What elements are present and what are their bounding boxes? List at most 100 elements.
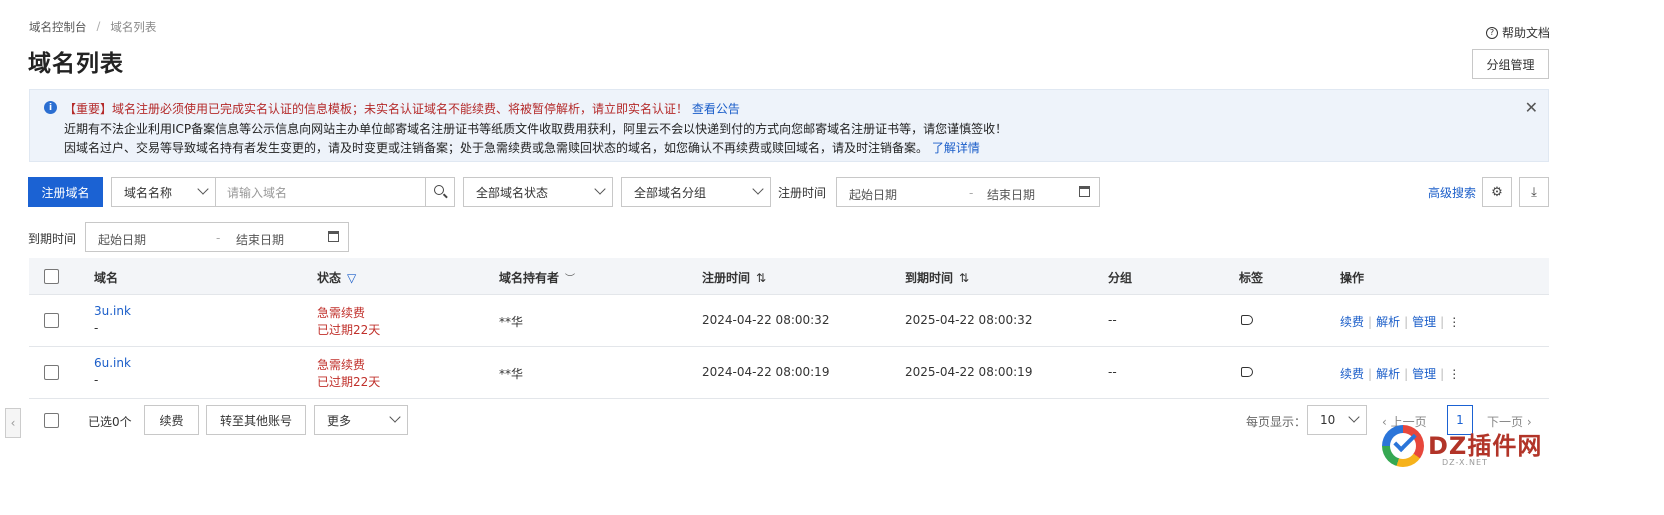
expire-start-date[interactable]: 起始日期	[98, 231, 146, 248]
sort-icon[interactable]: ⇅	[959, 271, 969, 285]
reg-end-date[interactable]: 结束日期	[987, 186, 1035, 203]
expire-time: 2025-04-22 08:00:32	[905, 313, 1033, 327]
owner-name: **华	[499, 315, 524, 329]
breadcrumb-root[interactable]: 域名控制台	[29, 19, 87, 35]
manage-link[interactable]: 管理	[1412, 315, 1436, 329]
reg-time-label: 注册时间	[778, 186, 827, 200]
notice-banner: i 【重要】域名注册必须使用已完成实名认证的信息模板；未实名认证域名不能续费、将…	[29, 89, 1549, 162]
page-size-value: 10	[1320, 413, 1336, 427]
breadcrumb-separator: /	[96, 19, 101, 33]
notice-line-3: 因域名过户、交易等导致域名持有者发生变更的，请及时变更或注销备案；处于急需续费或…	[64, 139, 980, 156]
header-reg-time: 注册时间 ⇅	[702, 270, 767, 286]
name-field-select[interactable]: 域名名称	[111, 177, 216, 207]
header-actions: 操作	[1340, 271, 1365, 285]
sidebar-toggle[interactable]: ‹	[5, 408, 21, 438]
group-value: --	[1108, 313, 1117, 327]
owner-name: **华	[499, 367, 524, 381]
footer-select-all-checkbox[interactable]	[44, 413, 59, 428]
header-expire-time: 到期时间 ⇅	[905, 270, 970, 286]
more-actions-value: 更多	[327, 413, 352, 428]
page-title: 域名列表	[28, 51, 124, 77]
chevron-down-icon	[1348, 411, 1360, 423]
help-docs-link[interactable]: ? 帮助文档	[1485, 24, 1550, 41]
chevron-down-icon	[197, 183, 209, 195]
domain-link[interactable]: 3u.ink	[94, 304, 131, 318]
learn-more-link[interactable]: 了解详情	[932, 141, 980, 155]
breadcrumb: 域名控制台 / 域名列表	[29, 19, 156, 35]
header-tags: 标签	[1239, 271, 1264, 285]
status-detail: 已过期22天	[317, 375, 381, 389]
group-manage-button[interactable]: 分组管理	[1472, 49, 1549, 79]
notice-line-2: 近期有不法企业利用ICP备案信息等公示信息向网站主办单位邮寄域名注册证书等纸质文…	[64, 122, 1008, 136]
manage-link[interactable]: 管理	[1412, 367, 1436, 381]
expire-end-date[interactable]: 结束日期	[236, 231, 284, 248]
group-select-value: 全部域名分组	[634, 185, 707, 200]
reg-start-date[interactable]: 起始日期	[849, 186, 897, 203]
expire-time-label: 到期时间	[28, 232, 77, 246]
tag-icon[interactable]	[1241, 367, 1253, 377]
chevron-down-icon	[594, 183, 606, 195]
row-checkbox[interactable]	[44, 365, 59, 380]
domain-list-page: 域名控制台 / 域名列表 域名列表 ? 帮助文档 分组管理 i 【重要】域名注册…	[0, 0, 1664, 515]
page-size-label: 每页显示：	[1246, 415, 1307, 429]
resolve-link[interactable]: 解析	[1376, 315, 1400, 329]
row-actions: 续费 | 解析 | 管理 | ⋮	[1340, 367, 1461, 381]
close-icon[interactable]: ✕	[1525, 98, 1538, 117]
status-detail: 已过期22天	[317, 323, 381, 337]
tag-icon[interactable]	[1241, 315, 1253, 325]
eye-closed-icon[interactable]: ︶	[565, 270, 575, 285]
domain-sub: -	[94, 373, 99, 387]
chevron-down-icon	[752, 183, 764, 195]
status-text: 急需续费	[317, 306, 366, 320]
domain-sub: -	[94, 321, 99, 335]
filter-icon[interactable]: ▽	[347, 271, 356, 285]
status-select[interactable]: 全部域名状态	[463, 177, 613, 207]
header-domain: 域名	[94, 271, 119, 285]
table-header: 域名 状态 ▽ 域名持有者 ︶ 注册时间 ⇅ 到期时间 ⇅ 分组 标签 操作	[29, 258, 1549, 295]
help-docs-label: 帮助文档	[1501, 26, 1550, 40]
reg-time: 2024-04-22 08:00:32	[702, 313, 830, 327]
download-button[interactable]: ⤓	[1519, 177, 1549, 207]
view-announcement-link[interactable]: 查看公告	[692, 102, 740, 116]
search-button[interactable]	[425, 177, 455, 207]
reg-time: 2024-04-22 08:00:19	[702, 365, 830, 379]
status-select-value: 全部域名状态	[476, 185, 549, 200]
transfer-account-button[interactable]: 转至其他账号	[206, 405, 306, 435]
advanced-search-link[interactable]: 高级搜索	[1428, 184, 1476, 201]
watermark-text: DZ插件网	[1428, 432, 1543, 460]
register-domain-button[interactable]: 注册域名	[28, 177, 103, 207]
domain-search-input[interactable]: 请输入域名	[215, 177, 426, 207]
watermark-subtext: DZ-X.NET	[1442, 458, 1488, 467]
chevron-left-icon: ‹	[10, 416, 16, 430]
bulk-renew-button[interactable]: 续费	[144, 405, 199, 435]
row-checkbox[interactable]	[44, 313, 59, 328]
renew-link[interactable]: 续费	[1340, 315, 1364, 329]
name-field-select-value: 域名名称	[124, 185, 173, 200]
table-row: 3u.ink - 急需续费 已过期22天 **华 2024-04-22 08:0…	[29, 295, 1549, 347]
expire-time-range-picker[interactable]: 起始日期 - 结束日期	[85, 222, 349, 252]
breadcrumb-current: 域名列表	[110, 20, 157, 34]
calendar-icon	[1079, 186, 1090, 197]
notice-important-text: 【重要】域名注册必须使用已完成实名认证的信息模板；未实名认证域名不能续费、将被暂…	[64, 102, 689, 116]
download-icon: ⤓	[1531, 184, 1537, 200]
more-icon[interactable]: ⋮	[1448, 315, 1460, 329]
group-select[interactable]: 全部域名分组	[621, 177, 771, 207]
header-status: 状态 ▽	[317, 270, 357, 286]
watermark-logo: DZ插件网 DZ-X.NET	[1382, 423, 1552, 473]
gear-icon: ⚙	[1491, 184, 1503, 200]
renew-link[interactable]: 续费	[1340, 367, 1364, 381]
page-size-select[interactable]: 10	[1307, 405, 1367, 435]
status-text: 急需续费	[317, 358, 366, 372]
resolve-link[interactable]: 解析	[1376, 367, 1400, 381]
calendar-icon	[328, 231, 339, 242]
settings-button[interactable]: ⚙	[1482, 177, 1512, 207]
header-owner: 域名持有者 ︶	[499, 270, 576, 285]
row-actions: 续费 | 解析 | 管理 | ⋮	[1340, 315, 1461, 329]
table-row: 6u.ink - 急需续费 已过期22天 **华 2024-04-22 08:0…	[29, 347, 1549, 399]
more-icon[interactable]: ⋮	[1448, 367, 1460, 381]
reg-time-range-picker[interactable]: 起始日期 - 结束日期	[836, 177, 1100, 207]
more-actions-select[interactable]: 更多	[314, 405, 408, 435]
domain-link[interactable]: 6u.ink	[94, 356, 131, 370]
select-all-checkbox[interactable]	[44, 269, 59, 284]
sort-icon[interactable]: ⇅	[756, 271, 766, 285]
